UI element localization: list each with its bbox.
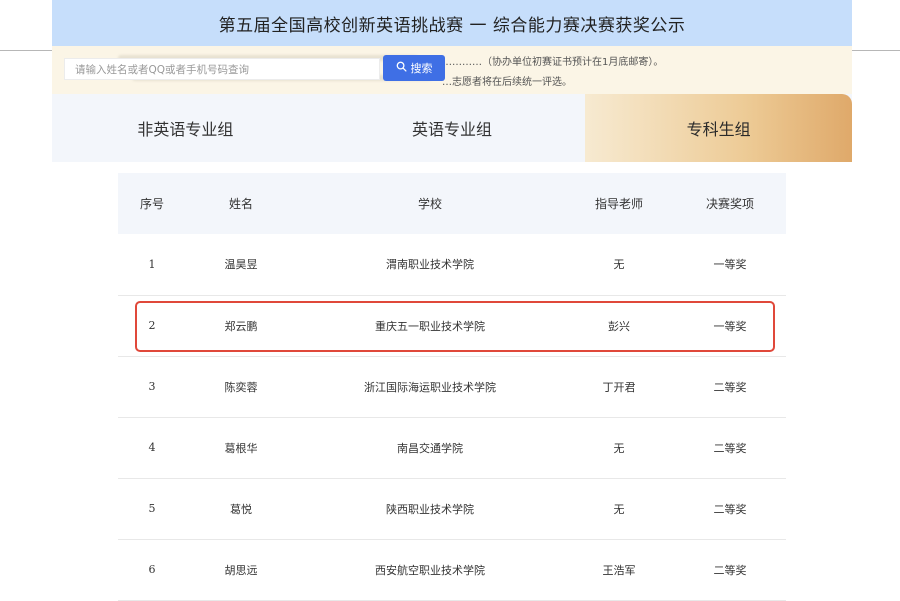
cell-name: 郑云鹏 bbox=[224, 319, 258, 333]
tab-label: 非英语专业组 bbox=[137, 120, 234, 139]
cell-name: 温昊昱 bbox=[224, 258, 258, 272]
tab-label: 英语专业组 bbox=[412, 120, 493, 139]
cell-index: 5 bbox=[148, 502, 156, 515]
cell-name: 胡思远 bbox=[224, 563, 258, 577]
page-title: 第五届全国高校创新英语挑战赛 一 综合能力赛决赛获奖公示 bbox=[218, 15, 686, 36]
cell-advisor: 丁开君 bbox=[602, 380, 636, 394]
cell-advisor: 无 bbox=[613, 441, 625, 455]
cell-advisor: 无 bbox=[613, 502, 625, 516]
cell-award: 二等奖 bbox=[713, 563, 747, 577]
cell-index: 3 bbox=[148, 380, 156, 393]
results-table: 序号 姓名 学校 指导老师 决赛奖项 1 温昊昱 渭南职业技术学院 无 一等奖 … bbox=[118, 173, 786, 601]
cell-award: 一等奖 bbox=[713, 319, 747, 333]
cell-award: 二等奖 bbox=[713, 380, 747, 394]
col-header-award: 决赛奖项 bbox=[705, 197, 754, 211]
cell-index: 6 bbox=[148, 563, 156, 576]
page-title-banner: 第五届全国高校创新英语挑战赛 一 综合能力赛决赛获奖公示 bbox=[52, 0, 852, 46]
cell-index: 2 bbox=[148, 319, 156, 332]
tab-non-english-major[interactable]: 非英语专业组 bbox=[52, 94, 319, 162]
cell-school: 重庆五一职业技术学院 bbox=[375, 319, 485, 333]
cell-name: 葛悦 bbox=[230, 502, 252, 516]
table-row: 4 葛根华 南昌交通学院 无 二等奖 bbox=[118, 417, 786, 478]
notice-line-2: …志愿者将在后续统一评选。 bbox=[442, 77, 572, 88]
cell-school: 陕西职业技术学院 bbox=[386, 502, 474, 516]
search-icon bbox=[396, 61, 407, 75]
cell-index: 4 bbox=[148, 441, 156, 454]
table-row: 1 温昊昱 渭南职业技术学院 无 一等奖 bbox=[118, 234, 786, 295]
cell-award: 一等奖 bbox=[713, 258, 747, 272]
cell-advisor: 无 bbox=[613, 258, 625, 272]
results-table-container: 序号 姓名 学校 指导老师 决赛奖项 1 温昊昱 渭南职业技术学院 无 一等奖 … bbox=[118, 173, 786, 601]
search-input[interactable]: 请输入姓名或者QQ或者手机号码查询 bbox=[64, 58, 380, 80]
table-row: 5 葛悦 陕西职业技术学院 无 二等奖 bbox=[118, 478, 786, 539]
cell-name: 葛根华 bbox=[224, 441, 258, 455]
table-row: 3 陈奕蓉 浙江国际海运职业技术学院 丁开君 二等奖 bbox=[118, 356, 786, 417]
group-tabs: 非英语专业组 英语专业组 专科生组 bbox=[52, 94, 853, 162]
table-header-row: 序号 姓名 学校 指导老师 决赛奖项 bbox=[118, 173, 786, 234]
cell-advisor: 彭兴 bbox=[608, 319, 630, 333]
cell-award: 二等奖 bbox=[713, 502, 747, 516]
table-row: 6 胡思远 西安航空职业技术学院 王浩军 二等奖 bbox=[118, 539, 786, 600]
cell-school: 渭南职业技术学院 bbox=[386, 258, 474, 272]
notice-line-1: 本…………（协办单位初赛证书预计在1月底邮寄）。 bbox=[432, 57, 664, 68]
col-header-index: 序号 bbox=[139, 197, 164, 211]
tab-junior-college[interactable]: 专科生组 bbox=[585, 94, 853, 162]
cell-school: 西安航空职业技术学院 bbox=[375, 563, 485, 577]
tab-label: 专科生组 bbox=[686, 120, 751, 139]
cell-name: 陈奕蓉 bbox=[224, 380, 258, 394]
cell-award: 二等奖 bbox=[713, 441, 747, 455]
col-header-advisor: 指导老师 bbox=[594, 197, 643, 211]
search-button[interactable]: 搜索 bbox=[383, 55, 445, 81]
col-header-school: 学校 bbox=[417, 197, 442, 211]
search-placeholder: 请输入姓名或者QQ或者手机号码查询 bbox=[75, 63, 250, 76]
col-header-name: 姓名 bbox=[228, 197, 253, 211]
search-button-label: 搜索 bbox=[410, 62, 433, 75]
tab-english-major[interactable]: 英语专业组 bbox=[319, 94, 586, 162]
cell-index: 1 bbox=[148, 257, 156, 271]
cell-school: 浙江国际海运职业技术学院 bbox=[364, 380, 496, 394]
table-row: 2 郑云鹏 重庆五一职业技术学院 彭兴 一等奖 bbox=[118, 295, 786, 356]
cell-advisor: 王浩军 bbox=[602, 563, 636, 577]
cell-school: 南昌交通学院 bbox=[397, 441, 463, 455]
